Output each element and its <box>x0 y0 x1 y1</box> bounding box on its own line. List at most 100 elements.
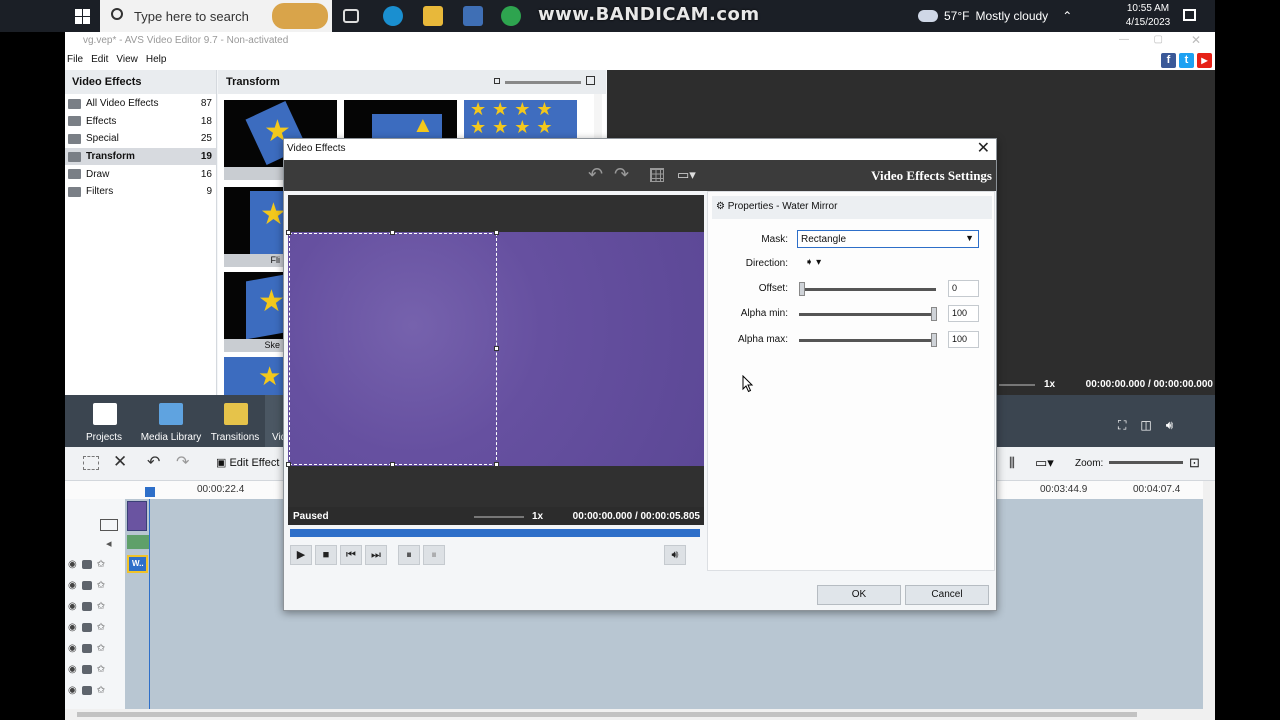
maximize-button[interactable]: ▢ <box>1154 34 1163 45</box>
ok-button[interactable]: OK <box>817 585 901 605</box>
snapshot-icon[interactable]: ◫ <box>1140 418 1151 433</box>
slider-knob[interactable] <box>931 333 937 347</box>
effect-track-row[interactable]: ◉ ✩ <box>66 575 126 596</box>
mask-select[interactable]: Rectangle ▼ <box>797 230 979 248</box>
file-explorer-icon[interactable] <box>423 6 443 26</box>
effect-track-row[interactable]: ◉ ✩ <box>66 638 126 659</box>
taskbar-clock[interactable]: 10:55 AM 4/15/2023 <box>1118 2 1178 30</box>
stop-button[interactable]: ■ <box>315 545 337 565</box>
menu-view[interactable]: View <box>116 54 138 70</box>
small-size-icon[interactable] <box>494 78 500 84</box>
effect-track-row[interactable]: ◉ ✩ <box>66 659 126 680</box>
alpha-max-input[interactable]: 100 <box>948 331 979 348</box>
close-button[interactable]: ✕ <box>1191 33 1201 47</box>
lock-icon[interactable] <box>81 623 92 632</box>
resize-handle[interactable] <box>494 346 499 351</box>
tab-video-effects[interactable]: Vid <box>265 395 286 447</box>
zoom-slider[interactable] <box>1109 461 1183 464</box>
large-size-icon[interactable] <box>586 76 595 85</box>
undo-icon[interactable]: ↶ <box>588 164 603 185</box>
notification-icon[interactable] <box>1183 9 1196 21</box>
eye-icon[interactable]: ◉ <box>68 643 77 654</box>
alpha-max-slider[interactable] <box>799 333 937 347</box>
edge-icon[interactable] <box>383 6 403 26</box>
tab-projects[interactable]: Projects <box>69 395 139 447</box>
effect-thumb-flip[interactable]: ★ Fli <box>224 187 284 267</box>
playhead-marker[interactable] <box>145 487 155 497</box>
resize-handle[interactable] <box>390 230 395 235</box>
redo-icon[interactable]: ↷ <box>614 164 629 185</box>
edit-effect-button[interactable]: ▣ Edit Effect <box>216 456 279 469</box>
player-seek-bar[interactable] <box>290 529 700 537</box>
eye-icon[interactable]: ◉ <box>68 685 77 696</box>
monitor-icon[interactable]: ▭▾ <box>677 167 696 183</box>
tray-chevron-icon[interactable]: ⌃ <box>1062 9 1072 23</box>
lock-icon[interactable] <box>81 686 92 695</box>
lock-icon[interactable] <box>81 602 92 611</box>
tab-media-library[interactable]: Media Library <box>135 395 207 447</box>
resize-handle[interactable] <box>494 230 499 235</box>
timeline-vscroll[interactable] <box>1203 481 1215 709</box>
lock-icon[interactable] <box>81 644 92 653</box>
effect-track-row[interactable]: ◉ ✩ <box>66 554 126 575</box>
audio-clip[interactable] <box>127 535 149 549</box>
cancel-button[interactable]: Cancel <box>905 585 989 605</box>
delete-icon[interactable]: ✕ <box>113 452 127 472</box>
lock-icon[interactable] <box>81 560 92 569</box>
slider-knob[interactable] <box>799 282 805 296</box>
audio-mixer-icon[interactable]: ⫼ <box>1009 455 1015 471</box>
category-effects[interactable]: Effects 18 <box>65 113 216 131</box>
youtube-icon[interactable]: ▶ <box>1197 53 1212 68</box>
resize-handle[interactable] <box>286 230 291 235</box>
task-view-icon[interactable] <box>343 9 359 23</box>
fullscreen-icon[interactable]: ⛶ <box>1118 418 1126 433</box>
eye-icon[interactable]: ◉ <box>68 559 77 570</box>
eye-icon[interactable]: ◉ <box>68 622 77 633</box>
taskbar-search[interactable]: Type here to search <box>100 0 332 32</box>
category-all-video-effects[interactable]: All Video Effects 87 <box>65 95 216 113</box>
minimize-button[interactable]: — <box>1119 34 1129 45</box>
eye-icon[interactable]: ◉ <box>68 580 77 591</box>
player-speed-slider[interactable] <box>474 516 524 518</box>
thumb-size-slider[interactable] <box>505 81 581 84</box>
resize-handle[interactable] <box>286 462 291 467</box>
category-special[interactable]: Special 25 <box>65 130 216 148</box>
play-button[interactable]: ▶ <box>290 545 312 565</box>
tab-transitions[interactable]: Transitions <box>200 395 270 447</box>
category-draw[interactable]: Draw 16 <box>65 165 216 183</box>
resize-handle[interactable] <box>494 462 499 467</box>
windows-start-icon[interactable] <box>75 9 90 24</box>
eye-icon[interactable]: ◉ <box>68 601 77 612</box>
photos-icon[interactable] <box>463 6 483 26</box>
alpha-min-slider[interactable] <box>799 307 937 321</box>
chrome-icon[interactable] <box>501 6 521 26</box>
volume-button[interactable]: 🔊︎ <box>664 545 686 565</box>
menu-edit[interactable]: Edit <box>91 54 108 70</box>
video-clip[interactable] <box>127 501 147 531</box>
preview-speed-slider[interactable] <box>999 384 1035 386</box>
menu-file[interactable]: File <box>67 54 83 70</box>
weather-widget[interactable]: 57°F Mostly cloudy ⌃ <box>918 0 1072 32</box>
mark-in-button[interactable]: ⏸ <box>398 545 420 565</box>
lock-icon[interactable] <box>81 665 92 674</box>
mask-selection-box[interactable] <box>289 233 497 465</box>
twitter-icon[interactable]: t <box>1179 53 1194 68</box>
offset-input[interactable]: 0 <box>948 280 979 297</box>
category-filters[interactable]: Filters 9 <box>65 183 216 201</box>
hscroll-thumb[interactable] <box>77 712 1137 717</box>
redo-icon[interactable]: ↷ <box>176 452 189 472</box>
direction-dropdown[interactable]: ➧ ▾ <box>805 257 821 268</box>
effect-track-row[interactable]: ◉ ✩ <box>66 596 126 617</box>
effect-thumb-6[interactable]: ★ <box>224 357 284 395</box>
timeline-hscroll[interactable] <box>65 709 1215 720</box>
next-frame-button[interactable]: ⏭ <box>365 545 387 565</box>
view-mode-icon[interactable]: ▭▾ <box>1035 455 1054 471</box>
zoom-fit-icon[interactable]: ⊡ <box>1189 455 1200 471</box>
eye-icon[interactable]: ◉ <box>68 664 77 675</box>
category-transform[interactable]: Transform 19 <box>65 147 216 166</box>
effect-track-row[interactable]: ◉ ✩ <box>66 680 126 701</box>
effect-thumb-skew[interactable]: ★ Ske <box>224 272 284 352</box>
lock-icon[interactable] <box>81 581 92 590</box>
alpha-min-input[interactable]: 100 <box>948 305 979 322</box>
mark-out-button[interactable]: ⏸ <box>423 545 445 565</box>
